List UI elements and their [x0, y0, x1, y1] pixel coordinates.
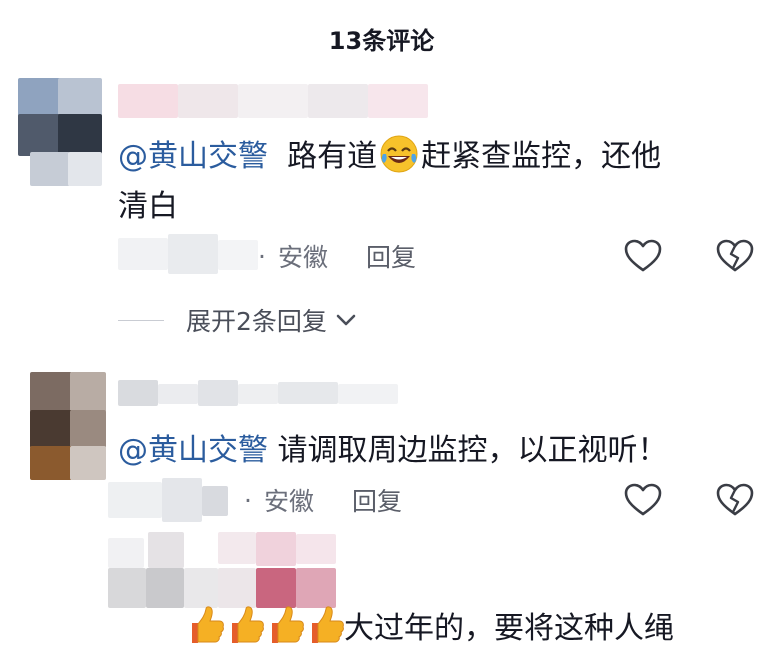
comment-text: @黄山交警 请调取周边监控，以正视听！ [118, 433, 668, 468]
thumbs-up-emoji-icon [272, 605, 304, 643]
expand-replies-label: 展开2条回复 [186, 307, 327, 336]
dislike-broken-heart-icon[interactable] [714, 236, 756, 276]
author-redacted [108, 478, 228, 522]
thumbs-up-emoji-icon [312, 605, 344, 643]
dislike-broken-heart-icon[interactable] [714, 480, 756, 520]
divider-line [118, 319, 164, 321]
expand-replies-button[interactable]: 展开2条回复 [118, 302, 357, 338]
comment-count-title: 13条评论 [328, 26, 435, 55]
thumbs-up-emoji-group [184, 605, 344, 646]
username-redacted[interactable] [118, 380, 398, 406]
comment-text: 大过年的，要将这种人绳 [184, 604, 744, 654]
username-redacted[interactable] [118, 84, 428, 118]
reply-button[interactable]: 回复 [352, 482, 402, 518]
location-label: 安徽 [277, 243, 328, 272]
comments-header: 13条评论 [0, 0, 763, 80]
like-heart-icon[interactable] [622, 480, 664, 520]
chevron-down-icon [336, 314, 356, 326]
avatar-redacted[interactable] [108, 532, 338, 612]
mention-link[interactable]: @黄山交警 [118, 433, 268, 468]
reply-button[interactable]: 回复 [366, 238, 416, 274]
comment-text: @黄山交警 路有道 赶紧查监控，还他 清白 [118, 132, 738, 232]
comment-meta: · 安徽 回复 [258, 238, 416, 274]
avatar[interactable] [0, 372, 110, 482]
laughing-crying-emoji-icon [380, 135, 418, 172]
mention-link[interactable]: @黄山交警 [118, 139, 268, 174]
thumbs-up-emoji-icon [232, 605, 264, 643]
avatar[interactable] [0, 78, 108, 188]
thumbs-up-emoji-icon [192, 605, 224, 643]
comment-meta: · 安徽 回复 [244, 482, 402, 518]
like-heart-icon[interactable] [622, 236, 664, 276]
author-redacted [118, 234, 258, 274]
location-label: 安徽 [263, 487, 314, 516]
